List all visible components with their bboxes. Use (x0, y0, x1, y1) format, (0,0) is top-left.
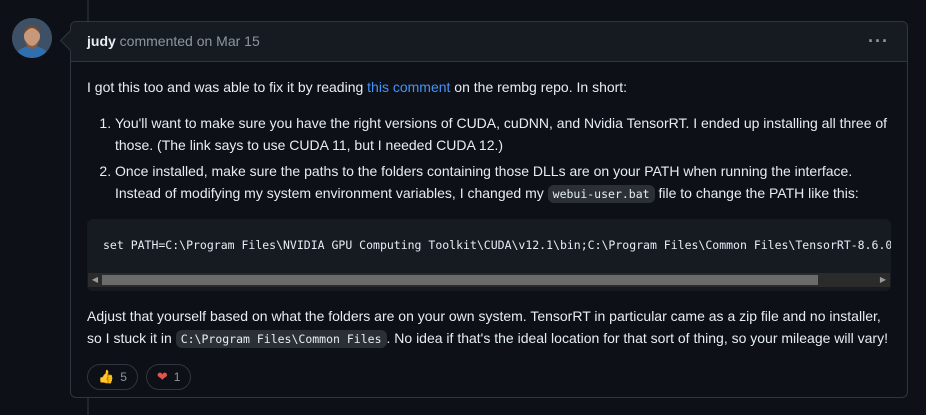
scroll-left-icon[interactable]: ◀ (88, 273, 102, 287)
comment-date[interactable]: Mar 15 (216, 33, 260, 49)
scrollbar-thumb[interactable] (102, 275, 818, 285)
heart-icon: ❤ (156, 369, 168, 384)
outro-paragraph: Adjust that yourself based on what the f… (87, 305, 891, 350)
this-comment-link[interactable]: this comment (367, 79, 450, 95)
comment-box: judy commented on Mar 15 ··· I got this … (70, 21, 908, 398)
intro-paragraph: I got this too and was able to fix it by… (87, 76, 891, 98)
scroll-right-icon[interactable]: ▶ (876, 273, 890, 287)
comment-body: I got this too and was able to fix it by… (71, 62, 907, 390)
code-block: set PATH=C:\Program Files\NVIDIA GPU Com… (87, 219, 891, 291)
avatar[interactable] (12, 18, 52, 58)
list-item-text: You'll want to make sure you have the ri… (115, 115, 888, 153)
inline-code: C:\Program Files\Common Files (175, 330, 387, 348)
code-block-text: set PATH=C:\Program Files\NVIDIA GPU Com… (103, 238, 891, 252)
reactions-bar: 👍 5 ❤ 1 (87, 364, 891, 390)
comment-header: judy commented on Mar 15 ··· (71, 22, 907, 62)
reaction-thumbs-up[interactable]: 👍 5 (87, 364, 138, 390)
comment-action: commented on (119, 33, 213, 49)
inline-code: webui-user.bat (547, 185, 655, 203)
steps-list: You'll want to make sure you have the ri… (87, 112, 891, 205)
kebab-horizontal-icon[interactable]: ··· (868, 22, 889, 61)
list-item-text-end: file to change the PATH like this: (654, 185, 859, 201)
horizontal-scrollbar[interactable]: ◀ ▶ (88, 273, 890, 287)
reaction-heart[interactable]: ❤ 1 (145, 364, 192, 390)
outro-text-end: . No idea if that's the ideal location f… (386, 330, 888, 346)
thumbs-up-icon: 👍 (98, 369, 115, 384)
list-item: You'll want to make sure you have the ri… (115, 112, 891, 156)
author-name[interactable]: judy (87, 33, 116, 49)
intro-text: I got this too and was able to fix it by… (87, 79, 368, 95)
avatar-image (12, 18, 52, 58)
reaction-count: 5 (120, 370, 127, 384)
list-item: Once installed, make sure the paths to t… (115, 160, 891, 205)
reaction-count: 1 (173, 370, 181, 384)
intro-text-end: on the rembg repo. In short: (450, 79, 628, 95)
